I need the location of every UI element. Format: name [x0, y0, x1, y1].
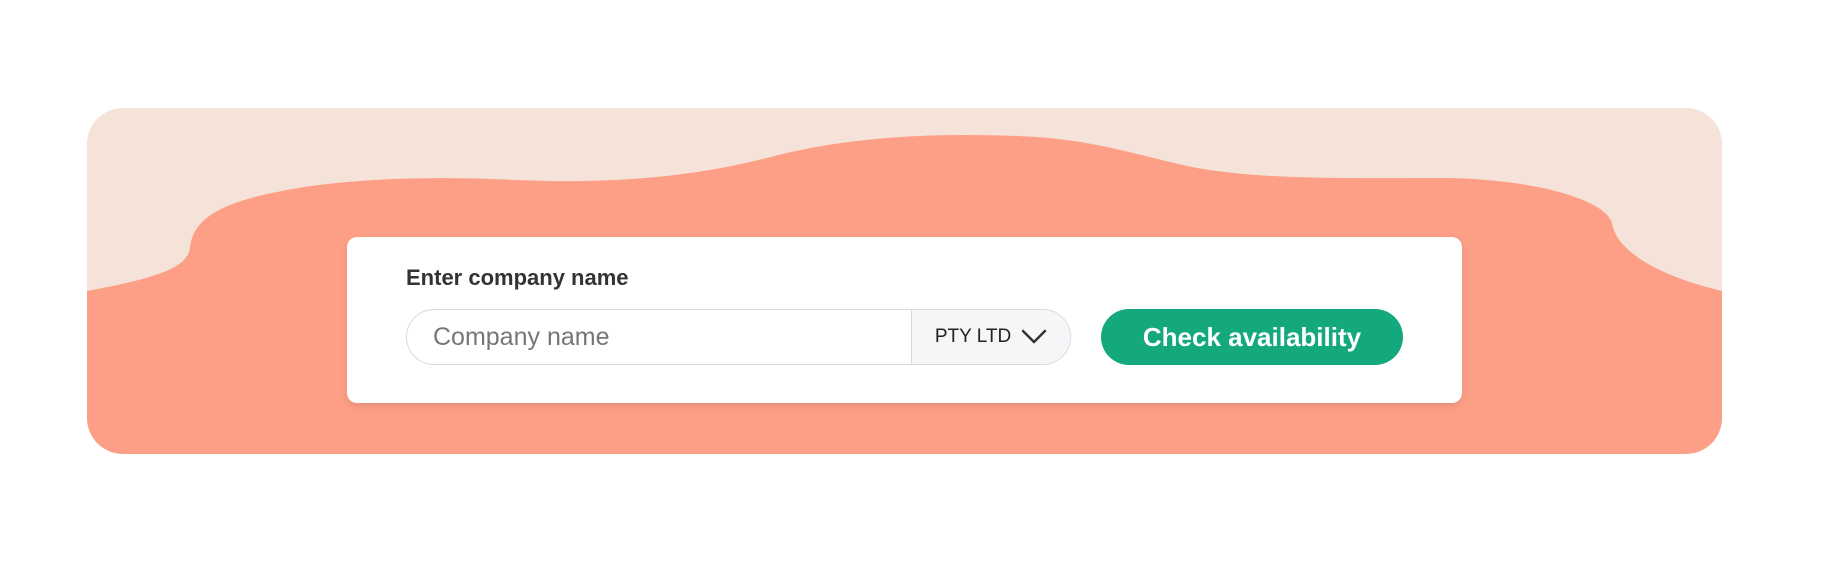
- company-search-card: Enter company name PTY LTD Check availab…: [347, 237, 1462, 403]
- company-name-label: Enter company name: [406, 265, 629, 290]
- company-type-value: PTY LTD: [934, 326, 1012, 347]
- company-type-select[interactable]: PTY LTD: [911, 310, 1070, 364]
- check-availability-button[interactable]: Check availability: [1101, 309, 1403, 365]
- company-name-input-group: PTY LTD: [406, 309, 1071, 365]
- chevron-down-icon: [1021, 329, 1047, 345]
- company-name-input[interactable]: [407, 310, 911, 364]
